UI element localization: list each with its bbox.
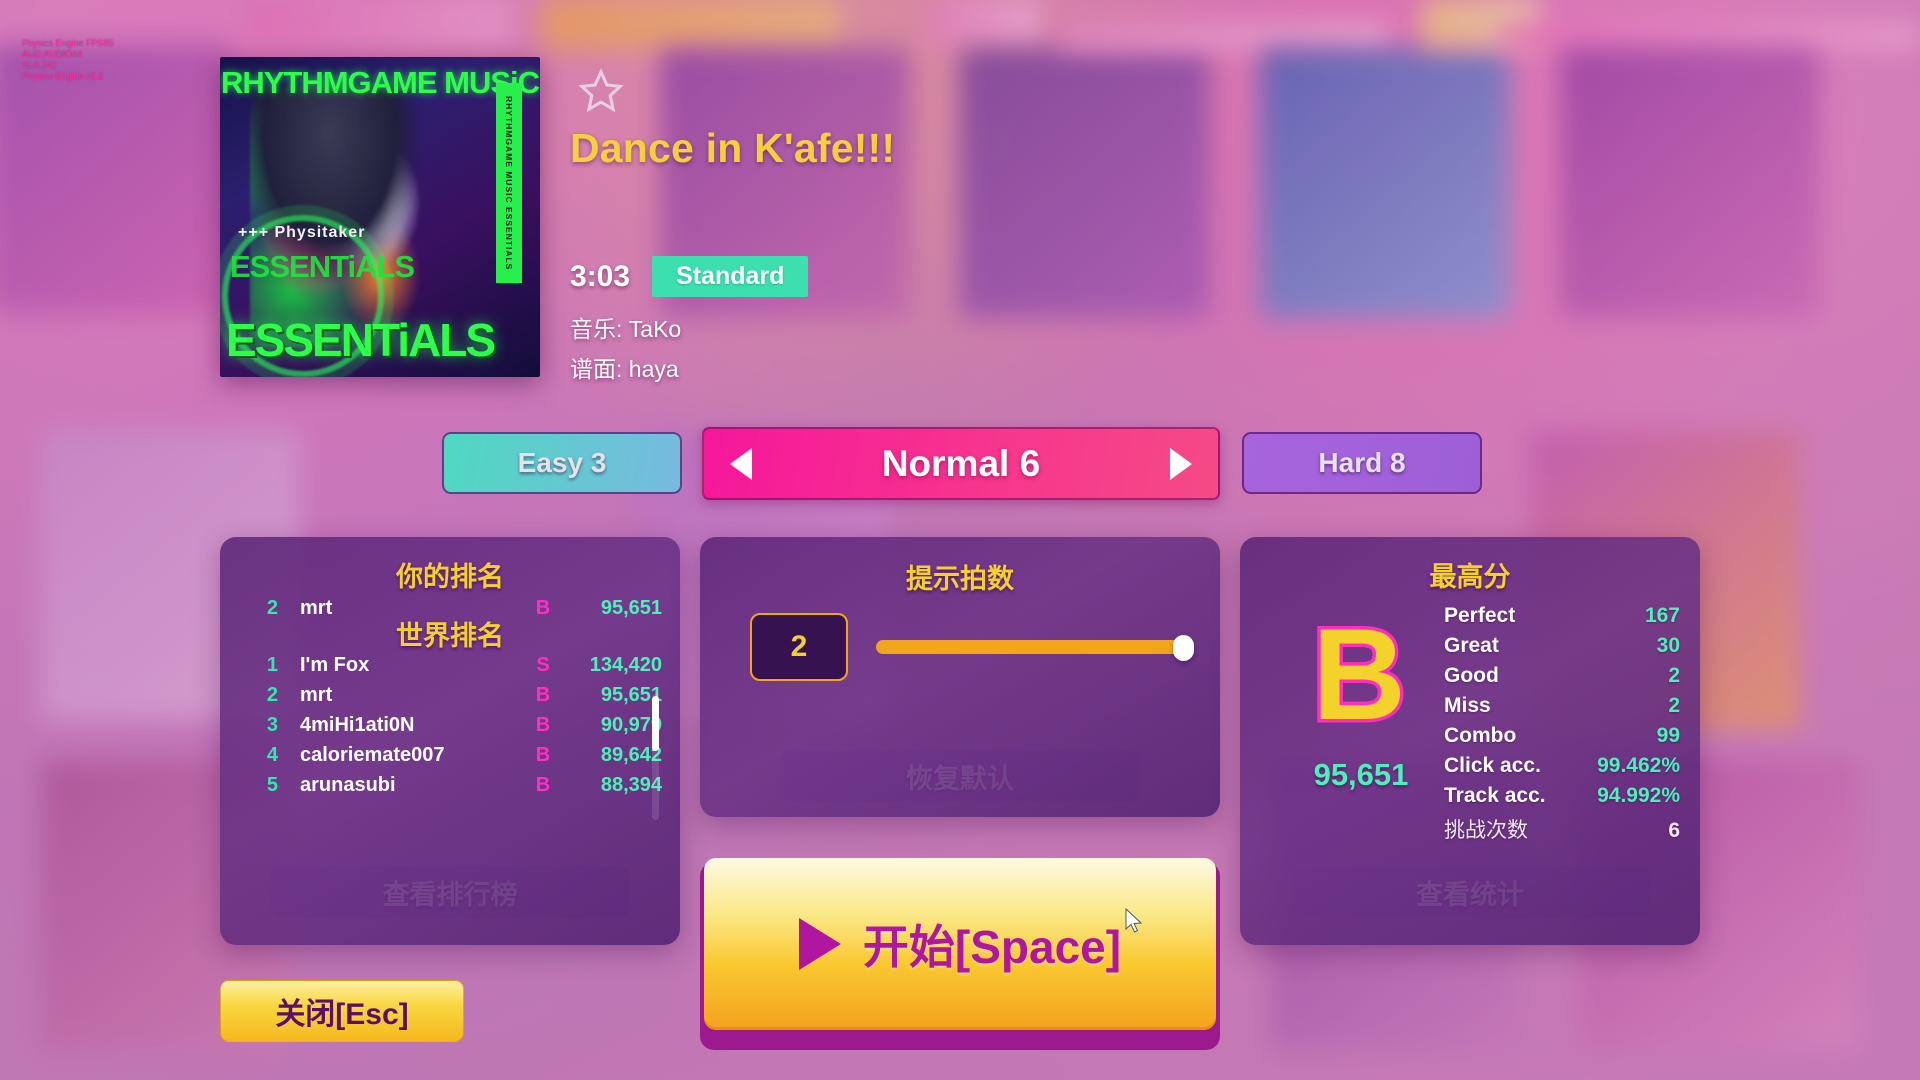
grade-letter: B xyxy=(535,683,551,706)
high-score-title: 最高分 xyxy=(1429,562,1511,592)
difficulty-next-icon[interactable] xyxy=(1170,447,1192,480)
stat-label: Perfect xyxy=(1444,604,1516,627)
jacket-artist-text: +++ Physitaker xyxy=(238,224,366,241)
player-name: mrt xyxy=(300,683,333,706)
stat-row: Perfect 167 xyxy=(1444,604,1680,634)
stat-row: Miss 2 xyxy=(1444,694,1680,724)
stat-label: 挑战次数 xyxy=(1444,819,1528,842)
high-score-grade: B xyxy=(1309,601,1410,747)
player-name: I'm Fox xyxy=(300,653,370,676)
hint-beats-value-box[interactable]: 2 xyxy=(750,613,848,681)
stat-label: Track acc. xyxy=(1444,784,1546,807)
stat-value: 30 xyxy=(1656,634,1680,657)
difficulty-hard-button[interactable]: Hard 8 xyxy=(1242,432,1482,494)
difficulty-prev-icon[interactable] xyxy=(730,447,752,480)
your-rank-title: 你的排名 xyxy=(396,562,504,592)
world-rank-row[interactable]: 1 I'm Fox S 134,420 xyxy=(220,650,680,680)
stat-row: Click acc. 99.462% xyxy=(1444,754,1680,784)
jacket-mid-text: ESSENTiALS xyxy=(230,249,415,284)
grade-letter: S xyxy=(536,653,550,676)
stat-value: 2 xyxy=(1668,694,1680,717)
world-rank-row[interactable]: 5 arunasubi B 88,394 xyxy=(220,770,680,800)
stat-value: 167 xyxy=(1644,604,1680,627)
song-meta-row: 3:03 Standard xyxy=(570,256,809,297)
stat-row: Good 2 xyxy=(1444,664,1680,694)
player-name: 4miHi1ati0N xyxy=(300,713,415,736)
grade-letter: B xyxy=(535,713,551,736)
stat-row: Combo 99 xyxy=(1444,724,1680,754)
difficulty-current-selector[interactable]: Normal 6 xyxy=(702,427,1220,500)
stat-label: Good xyxy=(1444,664,1499,687)
world-rank-row[interactable]: 2 mrt B 95,651 xyxy=(220,680,680,710)
chart-credit: 谱面: haya xyxy=(570,356,679,382)
leaderboard-scrollbar-thumb[interactable] xyxy=(652,696,659,751)
world-rank-title: 世界排名 xyxy=(396,621,504,651)
start-button[interactable]: 开始[Space] xyxy=(704,858,1216,1030)
stat-label: Combo xyxy=(1444,724,1517,747)
debug-overlay-text: Physics Engine FPS85 AUD:AUDIO44 11.0.24… xyxy=(22,38,114,81)
world-rank-row[interactable]: 3 4miHi1ati0N B 90,979 xyxy=(220,710,680,740)
stat-label: Great xyxy=(1444,634,1499,657)
mouse-cursor xyxy=(1125,908,1143,933)
rank-number: 2 xyxy=(266,683,278,706)
high-score-stats-list: Perfect 167 Great 30 Good 2 Miss 2 Combo 99 Click … xyxy=(1444,604,1680,844)
world-rank-row[interactable]: 4 caloriemate007 B 89,642 xyxy=(220,740,680,770)
jacket-top-text: RHYTHMGAME MUSiC xyxy=(220,65,540,100)
song-duration: 3:03 xyxy=(570,259,631,293)
hint-beats-panel: 提示拍数 2 xyxy=(700,537,1220,817)
music-credit: 音乐: TaKo xyxy=(570,316,682,342)
stat-value: 2 xyxy=(1668,664,1680,687)
player-name: arunasubi xyxy=(300,773,396,796)
close-button[interactable]: 关闭[Esc] xyxy=(220,980,464,1042)
high-score-value: 95,651 xyxy=(1313,757,1409,792)
song-title: Dance in K'afe!!! xyxy=(570,125,896,171)
stat-value: 99.462% xyxy=(1597,754,1680,777)
hint-beats-title: 提示拍数 xyxy=(906,564,1014,594)
song-jacket-art: RHYTHMGAME MUSiC RHYTHMGAME MUSIC ESSENT… xyxy=(220,57,540,377)
score-value: 134,420 xyxy=(589,653,662,676)
stat-row: Great 30 xyxy=(1444,634,1680,664)
high-score-panel: 最高分 B 95,651 Perfect 167 Great 30 Good 2 Miss 2… xyxy=(1240,537,1700,945)
score-value: 89,642 xyxy=(600,743,662,766)
stat-label: Miss xyxy=(1444,694,1491,717)
song-select-detail-screen: Physics Engine FPS85 AUD:AUDIO44 11.0.24… xyxy=(0,0,1920,1080)
play-triangle-icon xyxy=(798,918,841,970)
player-name: caloriemate007 xyxy=(300,743,445,766)
difficulty-selector: Easy 3 Normal 6 Hard 8 xyxy=(0,427,1920,502)
rank-number: 4 xyxy=(266,743,278,766)
difficulty-easy-button[interactable]: Easy 3 xyxy=(442,432,682,494)
difficulty-current-label: Normal 6 xyxy=(881,442,1041,484)
rank-number: 3 xyxy=(266,713,278,736)
favorite-star-icon[interactable] xyxy=(578,68,624,114)
stat-value: 6 xyxy=(1668,819,1680,842)
leaderboard-panel: 你的排名 2 mrt B 95,651 世界排名 1 I'm Fox S 134,420 2 m… xyxy=(220,537,680,945)
stat-value: 99 xyxy=(1656,724,1680,747)
grade-letter: B xyxy=(535,773,551,796)
start-button-label: 开始[Space] xyxy=(862,921,1122,973)
score-value: 95,651 xyxy=(600,683,662,706)
stat-label: Click acc. xyxy=(1444,754,1541,777)
grade-letter: B xyxy=(535,743,551,766)
hint-beats-slider[interactable] xyxy=(876,635,1194,661)
world-rank-list: 1 I'm Fox S 134,420 2 mrt B 95,651 3 4miHi1ati0N B… xyxy=(220,650,680,800)
hint-beats-slider-track xyxy=(876,640,1186,654)
jacket-big-text: ESSENTiALS xyxy=(226,314,496,366)
game-mode-badge: Standard xyxy=(652,256,809,297)
stat-value: 94.992% xyxy=(1597,784,1680,807)
stat-row: 挑战次数 6 xyxy=(1444,814,1680,844)
rank-number: 1 xyxy=(266,653,278,676)
score-value: 88,394 xyxy=(600,773,662,796)
hint-beats-slider-knob[interactable] xyxy=(1173,635,1194,661)
score-value: 90,979 xyxy=(600,713,662,736)
rank-number: 5 xyxy=(266,773,278,796)
stat-row: Track acc. 94.992% xyxy=(1444,784,1680,814)
